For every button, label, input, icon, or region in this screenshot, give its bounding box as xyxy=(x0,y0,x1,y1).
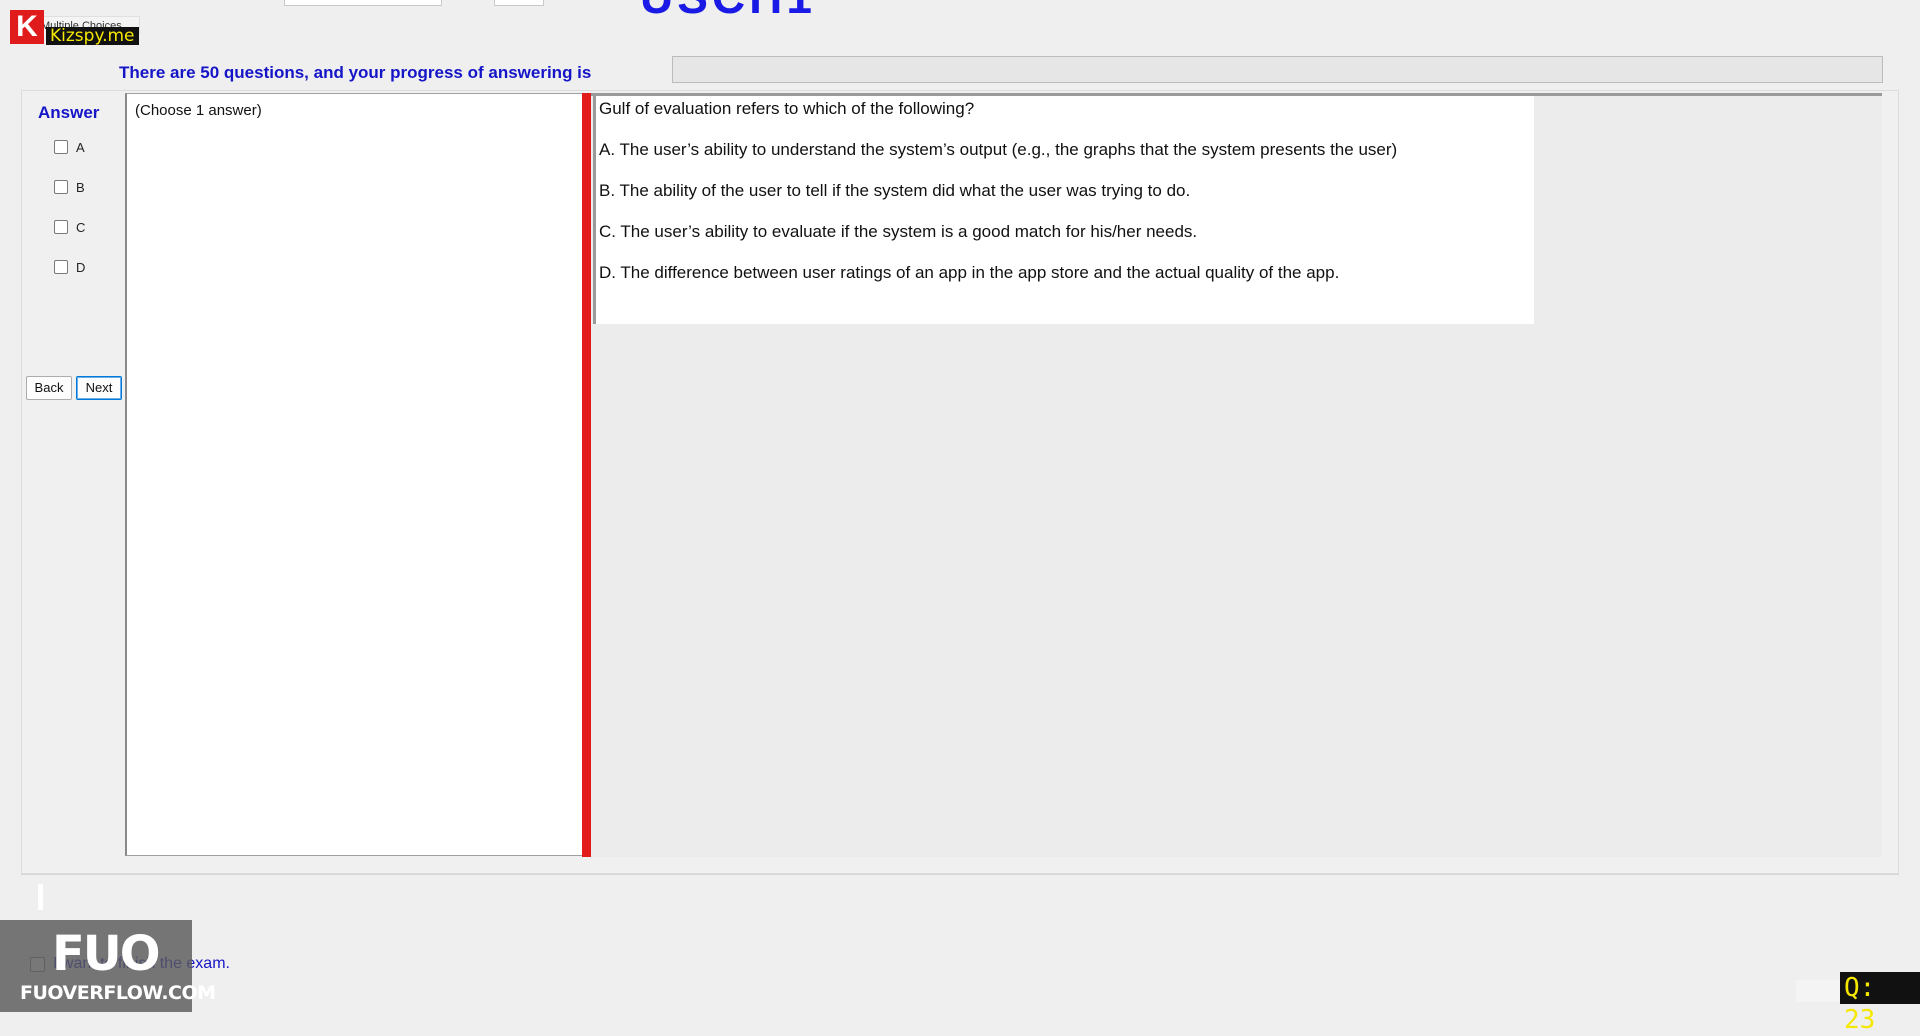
answer-option-b[interactable]: B xyxy=(54,178,85,196)
next-button[interactable]: Next xyxy=(76,376,122,400)
answer-title: Answer xyxy=(38,103,100,122)
exam-code: USCH1 xyxy=(640,0,816,24)
question-counter: Q: 23 xyxy=(1840,972,1920,1035)
question-box: Gulf of evaluation refers to which of th… xyxy=(593,96,1534,324)
counter-background xyxy=(1796,980,1842,1002)
choice-c-text: C. The user’s ability to evaluate if the… xyxy=(599,222,1198,241)
choice-a-text: A. The user’s ability to understand the … xyxy=(599,140,1398,159)
answer-option-a[interactable]: A xyxy=(54,138,85,156)
checkbox-b[interactable] xyxy=(54,180,68,194)
fuoverflow-watermark: FUO FUOVERFLOW.COM xyxy=(0,920,216,1012)
progress-bar xyxy=(672,56,1883,83)
checkbox-c[interactable] xyxy=(54,220,68,234)
checkbox-a[interactable] xyxy=(54,140,68,154)
option-label-c: C xyxy=(76,219,86,235)
kizspy-logo-letter: K xyxy=(16,10,38,43)
kizspy-watermark: Kizspy.me xyxy=(46,27,139,45)
choose-hint: (Choose 1 answer) xyxy=(135,102,262,119)
cursor-marker xyxy=(38,884,43,910)
question-stem: Gulf of evaluation refers to which of th… xyxy=(599,99,975,118)
kizspy-logo-icon: K xyxy=(10,10,44,44)
option-label-a: A xyxy=(76,139,85,155)
divider xyxy=(21,874,1899,875)
progress-label: There are 50 questions, and your progres… xyxy=(119,63,592,82)
checkbox-d[interactable] xyxy=(54,260,68,274)
answer-option-d[interactable]: D xyxy=(54,258,85,276)
answer-option-c[interactable]: C xyxy=(54,218,85,236)
choice-b-text: B. The ability of the user to tell if th… xyxy=(599,181,1191,200)
top-dropdown[interactable] xyxy=(284,0,442,6)
choice-d-text: D. The difference between user ratings o… xyxy=(599,263,1340,282)
top-small-dropdown[interactable] xyxy=(494,0,544,6)
answer-textbox[interactable]: (Choose 1 answer) xyxy=(125,93,586,856)
fuo-logo-icon: FUO xyxy=(52,926,161,982)
back-button[interactable]: Back xyxy=(26,376,72,400)
option-label-d: D xyxy=(76,259,86,275)
option-label-b: B xyxy=(76,179,85,195)
panel-splitter[interactable] xyxy=(582,93,591,857)
fuo-watermark-text: FUOVERFLOW.COM xyxy=(20,982,216,1004)
